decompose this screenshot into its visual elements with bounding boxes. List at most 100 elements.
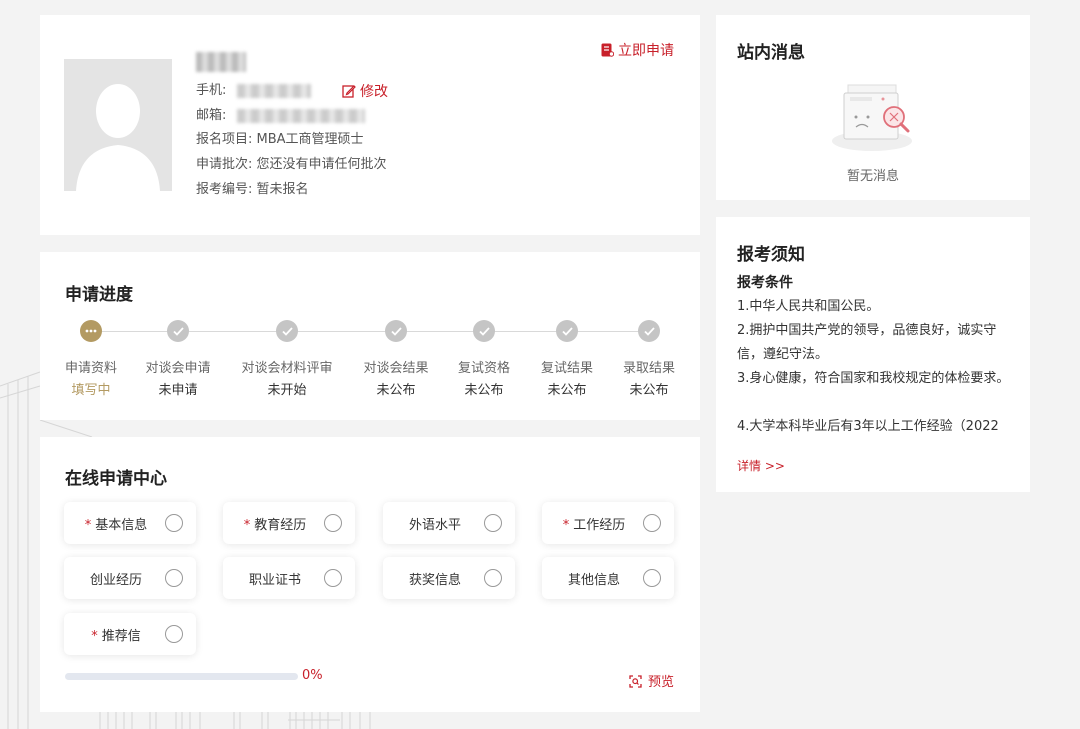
incomplete-status-circle-icon — [324, 514, 342, 532]
program-row: 报名项目: MBA工商管理硕士 — [196, 131, 364, 149]
edit-icon — [342, 85, 356, 98]
incomplete-status-circle-icon — [165, 514, 183, 532]
incomplete-status-circle-icon — [165, 569, 183, 587]
preview-scan-icon — [629, 675, 642, 688]
application-item-text: 其他信息 — [567, 573, 620, 588]
application-item[interactable]: 职业证书 — [223, 557, 355, 599]
application-item[interactable]: * 教育经历 — [223, 502, 355, 544]
application-item-text: 基本信息 — [95, 518, 148, 533]
step-check-icon — [473, 320, 495, 342]
step-check-icon — [167, 320, 189, 342]
application-item-label: * 教育经历 — [223, 514, 327, 533]
application-item[interactable]: 创业经历 — [64, 557, 196, 599]
step-check-icon — [556, 320, 578, 342]
step-check-icon — [276, 320, 298, 342]
phone-label: 手机: — [196, 83, 227, 98]
notice-item: 3.身心健康，符合国家和我校规定的体检要求。 — [737, 371, 1010, 386]
application-item-label: 职业证书 — [223, 569, 327, 588]
edit-phone-button[interactable]: 修改 — [342, 81, 388, 101]
application-item-text: 推荐信 — [101, 629, 141, 644]
required-mark: * — [84, 518, 92, 533]
edit-phone-label: 修改 — [360, 84, 388, 100]
application-item[interactable]: * 工作经历 — [542, 502, 674, 544]
completion-progress-bar — [65, 673, 298, 680]
application-item-text: 获奖信息 — [408, 573, 461, 588]
program-label: 报名项目: — [196, 132, 253, 147]
messages-title: 站内消息 — [737, 43, 805, 63]
incomplete-status-circle-icon — [484, 569, 502, 587]
application-item-text: 工作经历 — [573, 518, 626, 533]
exam-number-row: 报考编号: 暂未报名 — [196, 181, 309, 199]
completion-percent: 0% — [302, 668, 323, 683]
apply-now-button[interactable]: 立即申请 — [601, 40, 674, 60]
application-item[interactable]: 获奖信息 — [383, 557, 515, 599]
progress-step: 对谈会材料评审 未开始 — [232, 320, 342, 398]
application-item[interactable]: * 基本信息 — [64, 502, 196, 544]
messages-empty-text: 暂无消息 — [846, 169, 899, 184]
application-item-label: 外语水平 — [383, 514, 487, 533]
incomplete-status-circle-icon — [643, 569, 661, 587]
step-name: 对谈会材料评审 — [241, 361, 333, 376]
application-item-text: 教育经历 — [254, 518, 307, 533]
notice-item: 4.大学本科毕业后有3年以上工作经验（2022 — [737, 419, 999, 434]
incomplete-status-circle-icon — [324, 569, 342, 587]
step-name: 录取结果 — [622, 361, 675, 376]
application-item-label: 获奖信息 — [383, 569, 487, 588]
email-label: 邮箱: — [196, 108, 227, 123]
step-check-icon — [385, 320, 407, 342]
exam-number-value: 暂未报名 — [256, 182, 309, 197]
phone-value-blurred — [236, 83, 311, 98]
progress-step: 录取结果 未公布 — [594, 320, 704, 398]
preview-label: 预览 — [647, 675, 674, 690]
phone-row: 手机: — [196, 82, 311, 100]
email-row: 邮箱: — [196, 107, 365, 125]
application-item-label: * 基本信息 — [64, 514, 168, 533]
notice-item: 2.拥护中国共产党的领导，品德良好，诚实守信，遵纪守法。 — [737, 323, 997, 362]
online-application-center-card: 在线申请中心 * 基本信息 * 教育经历 外语水平 * 工作经历 创业经历 职业证书 获奖信息 其他… — [40, 437, 700, 712]
incomplete-status-circle-icon — [165, 625, 183, 643]
application-item-text: 职业证书 — [248, 573, 301, 588]
batch-value: 您还没有申请任何批次 — [256, 157, 387, 172]
incomplete-status-circle-icon — [484, 514, 502, 532]
avatar — [64, 59, 172, 191]
step-name: 对谈会申请 — [145, 361, 211, 376]
batch-row: 申请批次: 您还没有申请任何批次 — [196, 156, 387, 174]
application-notice-card: 报考须知 报考条件 1.中华人民共和国公民。 2.拥护中国共产党的领导，品德良好… — [716, 217, 1030, 492]
required-mark: * — [562, 518, 570, 533]
user-name-blurred — [196, 52, 246, 72]
application-progress-card: 申请进度 申请资料 填写中 对谈会申请 未申请 对谈会材料评审 未开始 对谈会结果 未公布 复试… — [40, 252, 700, 420]
application-item-text: 创业经历 — [89, 573, 142, 588]
batch-label: 申请批次: — [196, 157, 253, 172]
site-messages-card: 站内消息 暂无消息 — [716, 15, 1030, 200]
step-status: 未开始 — [267, 383, 307, 398]
step-status: 未公布 — [629, 383, 669, 398]
email-value-blurred — [236, 108, 365, 123]
application-item[interactable]: 外语水平 — [383, 502, 515, 544]
avatar-placeholder-icon — [76, 84, 160, 191]
application-form-icon — [601, 43, 615, 57]
application-item[interactable]: 其他信息 — [542, 557, 674, 599]
exam-number-label: 报考编号: — [196, 182, 253, 197]
application-item[interactable]: * 推荐信 — [64, 613, 196, 655]
notice-subtitle: 报考条件 — [737, 275, 793, 291]
program-value: MBA工商管理硕士 — [256, 132, 364, 147]
required-mark: * — [243, 518, 251, 533]
application-item-text: 外语水平 — [408, 518, 461, 533]
preview-button[interactable]: 预览 — [629, 671, 674, 690]
profile-card: 手机: 修改 邮箱: 报名项目: MBA工商管理硕士 申请批次: 您还没有申请任… — [40, 15, 700, 235]
progress-step: 对谈会申请 未申请 — [123, 320, 233, 398]
empty-messages-illustration-icon — [832, 84, 912, 151]
application-item-label: 其他信息 — [542, 569, 646, 588]
apply-now-label: 立即申请 — [618, 43, 674, 59]
incomplete-status-circle-icon — [643, 514, 661, 532]
notice-item: 1.中华人民共和国公民。 — [737, 299, 880, 314]
required-mark: * — [91, 629, 98, 644]
notice-details-link[interactable]: 详情 >> — [737, 457, 785, 474]
progress-title: 申请进度 — [65, 285, 133, 305]
application-item-label: * 工作经历 — [542, 514, 646, 533]
application-item-label: * 推荐信 — [64, 625, 168, 644]
step-check-icon — [638, 320, 660, 342]
step-status: 未申请 — [158, 383, 198, 398]
step-in-progress-icon — [80, 320, 102, 342]
notice-title: 报考须知 — [737, 245, 805, 265]
